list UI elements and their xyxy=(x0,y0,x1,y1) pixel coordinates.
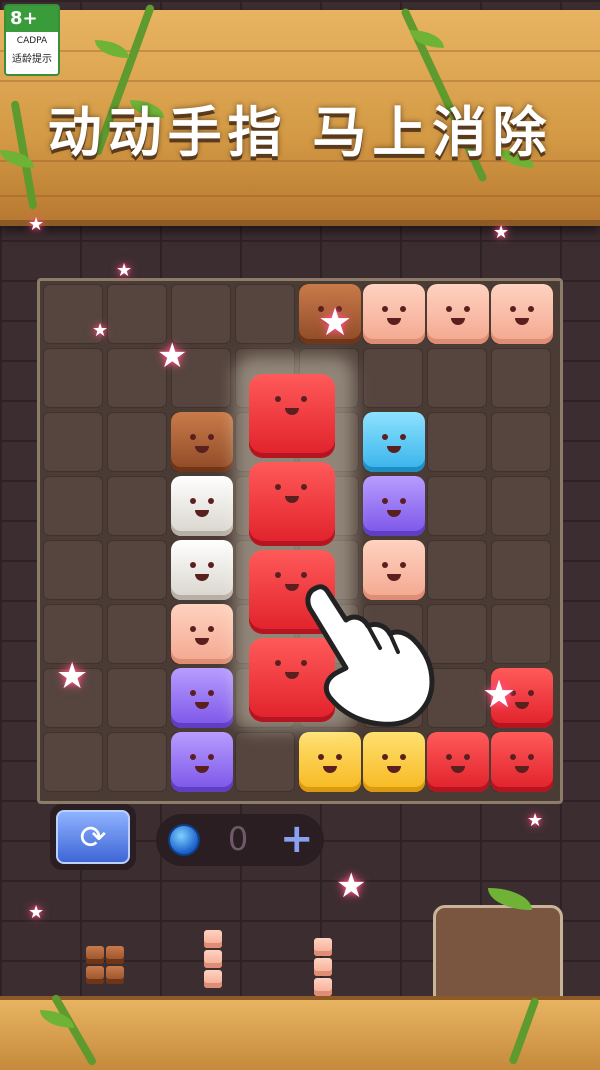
banner-title: 动动手指 马上消除 xyxy=(47,101,553,164)
red-block[interactable] xyxy=(491,732,553,792)
board-cell[interactable] xyxy=(491,412,551,472)
blue-block[interactable] xyxy=(363,412,425,472)
coin-count: 0 xyxy=(227,820,249,858)
board-cell[interactable] xyxy=(363,348,423,408)
pink-block[interactable] xyxy=(427,284,489,344)
sparkle-star-icon: ★ xyxy=(482,672,517,716)
coin-icon xyxy=(168,824,200,856)
board-cell[interactable] xyxy=(107,476,167,536)
mini-block-decoration xyxy=(314,958,332,976)
red-block[interactable] xyxy=(427,732,489,792)
mini-block-decoration xyxy=(314,938,332,956)
sparkle-star-icon: ★ xyxy=(318,300,353,344)
board-cell[interactable] xyxy=(427,412,487,472)
mini-block-decoration xyxy=(86,946,104,964)
sparkle-star-icon: ★ xyxy=(493,222,510,243)
board-cell[interactable] xyxy=(107,668,167,728)
age-rating-label: 适龄提示 xyxy=(12,54,52,65)
white-block[interactable] xyxy=(171,476,233,536)
board-cell[interactable] xyxy=(43,604,103,664)
board-cell[interactable] xyxy=(107,412,167,472)
board-cell[interactable] xyxy=(235,284,295,344)
mini-block-decoration xyxy=(204,950,222,968)
board-cell[interactable] xyxy=(171,284,231,344)
age-rating-badge: 8+ CADPA 适龄提示 xyxy=(4,4,60,76)
board-cell[interactable] xyxy=(427,476,487,536)
pink-block[interactable] xyxy=(491,284,553,344)
yellow-block[interactable] xyxy=(299,732,361,792)
board-cell[interactable] xyxy=(43,412,103,472)
board-cell[interactable] xyxy=(43,540,103,600)
purple-block[interactable] xyxy=(171,668,233,728)
mini-block-decoration xyxy=(314,978,332,996)
sparkle-star-icon: ★ xyxy=(527,810,544,831)
sparkle-star-icon: ★ xyxy=(92,320,109,341)
board-cell[interactable] xyxy=(491,476,551,536)
mini-block-decoration xyxy=(204,970,222,988)
sparkle-star-icon: ★ xyxy=(157,336,188,376)
sparkle-star-icon: ★ xyxy=(116,260,133,281)
board-cell[interactable] xyxy=(235,732,295,792)
refresh-icon: ⟳ xyxy=(56,810,130,864)
sparkle-star-icon: ★ xyxy=(56,656,89,697)
coin-counter: 0 + xyxy=(156,814,324,866)
add-coins-button[interactable]: + xyxy=(280,816,314,862)
pink-block[interactable] xyxy=(171,604,233,664)
board-cell[interactable] xyxy=(107,540,167,600)
white-block[interactable] xyxy=(171,540,233,600)
purple-block[interactable] xyxy=(363,476,425,536)
sparkle-star-icon: ★ xyxy=(28,214,45,235)
board-cell[interactable] xyxy=(43,732,103,792)
board-cell[interactable] xyxy=(43,476,103,536)
pink-block[interactable] xyxy=(363,284,425,344)
pointing-hand-icon xyxy=(305,584,435,727)
board-cell[interactable] xyxy=(491,540,551,600)
sparkle-star-icon: ★ xyxy=(28,902,45,923)
board-cell[interactable] xyxy=(107,284,167,344)
red-block[interactable] xyxy=(249,374,335,458)
brown-block[interactable] xyxy=(171,412,233,472)
board-cell[interactable] xyxy=(43,348,103,408)
mini-block-decoration xyxy=(106,966,124,984)
board-cell[interactable] xyxy=(107,604,167,664)
yellow-block[interactable] xyxy=(363,732,425,792)
mini-block-decoration xyxy=(86,966,104,984)
board-cell[interactable] xyxy=(491,348,551,408)
mini-block-decoration xyxy=(204,930,222,948)
board-cell[interactable] xyxy=(491,604,551,664)
board-cell[interactable] xyxy=(427,348,487,408)
purple-block[interactable] xyxy=(171,732,233,792)
plant-pot-decoration xyxy=(433,905,563,1003)
refresh-button[interactable]: ⟳ xyxy=(50,804,136,870)
red-block[interactable] xyxy=(249,462,335,546)
age-rating-number: 8+ xyxy=(6,6,58,32)
sparkle-star-icon: ★ xyxy=(336,866,367,906)
board-cell[interactable] xyxy=(107,732,167,792)
mini-block-decoration xyxy=(106,946,124,964)
age-rating-org: CADPA xyxy=(16,36,48,46)
